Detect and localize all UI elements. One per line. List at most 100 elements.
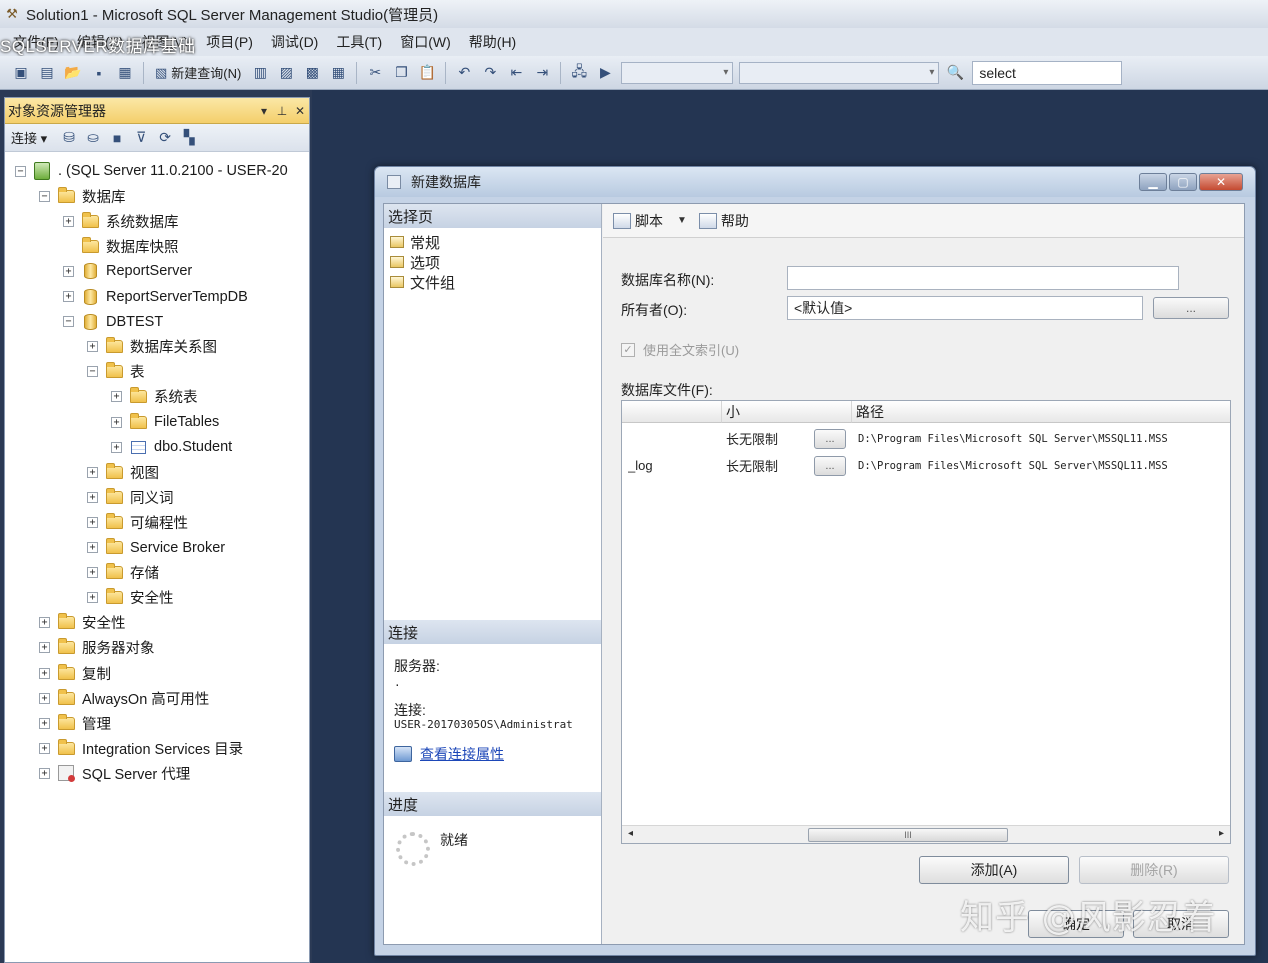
tree-node[interactable]: + ReportServerTempDB: [63, 286, 248, 308]
tree-node[interactable]: + dbo.Student: [111, 436, 232, 458]
save-icon[interactable]: ▪: [88, 62, 110, 84]
tree-node[interactable]: − 表: [87, 361, 145, 383]
registered-servers-icon[interactable]: 🖧: [568, 62, 590, 84]
navigate-forward-icon[interactable]: ⇥: [531, 62, 553, 84]
table-row[interactable]: _log 长无限制 ... D:\Program Files\Microsoft…: [622, 452, 1230, 479]
autogrowth-edit-button[interactable]: ...: [814, 425, 850, 452]
tree-node[interactable]: + Integration Services 目录: [39, 737, 243, 759]
tree-node[interactable]: + 可编程性: [87, 511, 188, 533]
redo-icon[interactable]: ↷: [479, 62, 501, 84]
new-query-button[interactable]: ▧ 新建查询(N): [149, 62, 247, 84]
expand-icon[interactable]: +: [111, 391, 122, 403]
expand-icon[interactable]: +: [87, 341, 98, 353]
tree-node[interactable]: + 系统数据库: [63, 210, 179, 232]
tree-node[interactable]: + 数据库关系图: [87, 336, 217, 358]
find-text-input[interactable]: select: [972, 60, 1123, 85]
autogrowth-dots[interactable]: ...: [814, 455, 846, 476]
db-engine-query-icon[interactable]: ▥: [249, 62, 271, 84]
fulltext-checkbox[interactable]: ✓: [621, 342, 635, 357]
tree-node[interactable]: + 存储: [87, 562, 159, 584]
expand-icon[interactable]: +: [87, 542, 98, 553]
script-button[interactable]: 脚本: [613, 211, 663, 231]
expand-icon[interactable]: +: [111, 441, 122, 453]
expand-icon[interactable]: +: [111, 416, 122, 428]
tree-node[interactable]: + 服务器对象: [39, 637, 155, 659]
copy-icon[interactable]: ❐: [390, 62, 412, 84]
cut-icon[interactable]: ✂: [364, 62, 386, 84]
tree-node[interactable]: + Service Broker: [87, 537, 225, 559]
navigate-back-icon[interactable]: ⇤: [505, 62, 527, 84]
expand-icon[interactable]: +: [63, 291, 74, 302]
tree-node[interactable]: + SQL Server 代理: [39, 762, 190, 784]
close-icon[interactable]: ✕: [291, 104, 309, 118]
start-debug-icon[interactable]: ▶: [594, 62, 616, 84]
horizontal-scrollbar[interactable]: ◂ III ▸: [622, 825, 1230, 843]
tree-node[interactable]: + FileTables: [111, 411, 219, 433]
activity-monitor-icon[interactable]: ▚: [179, 128, 199, 148]
tree-node[interactable]: + 同义词: [87, 486, 174, 508]
add-item-icon[interactable]: ▤: [36, 62, 58, 84]
file-logical-name[interactable]: [628, 425, 718, 452]
menu-tools[interactable]: 工具(T): [327, 32, 391, 52]
expand-icon[interactable]: +: [63, 265, 74, 277]
file-path[interactable]: D:\Program Files\Microsoft SQL Server\MS…: [858, 425, 1228, 452]
dropdown-icon[interactable]: ▾: [255, 104, 273, 118]
collapse-icon[interactable]: −: [87, 366, 98, 378]
table-row[interactable]: 长无限制 ... D:\Program Files\Microsoft SQL …: [622, 425, 1230, 452]
file-path[interactable]: D:\Program Files\Microsoft SQL Server\MS…: [858, 452, 1228, 479]
close-dialog-icon[interactable]: ✕: [1199, 173, 1243, 191]
expand-icon[interactable]: +: [39, 767, 50, 779]
expand-icon[interactable]: +: [87, 491, 98, 503]
save-all-icon[interactable]: ▦: [114, 62, 136, 84]
pin-icon[interactable]: ⊥: [273, 104, 291, 118]
filter-icon[interactable]: ⊽: [131, 128, 151, 148]
tree-node[interactable]: + 管理: [39, 712, 111, 734]
database-combo[interactable]: ▾: [739, 61, 940, 84]
connect-server-icon[interactable]: ⛁: [59, 128, 79, 148]
scroll-thumb[interactable]: III: [808, 828, 1008, 842]
autogrowth-dots[interactable]: ...: [814, 428, 846, 449]
mdx-query-icon[interactable]: ▩: [301, 62, 323, 84]
tree-node[interactable]: + 安全性: [87, 587, 174, 609]
open-file-icon[interactable]: 📂: [62, 62, 84, 84]
db-name-input[interactable]: [787, 266, 1179, 290]
add-file-button[interactable]: 添加(A): [919, 856, 1069, 884]
find-icon[interactable]: 🔍: [944, 62, 966, 84]
tree-node[interactable]: + 视图: [87, 461, 159, 483]
undo-icon[interactable]: ↶: [453, 62, 475, 84]
tree-node[interactable]: − . (SQL Server 11.0.2100 - USER-20: [15, 160, 288, 182]
grid-header-name[interactable]: [622, 401, 722, 423]
tree-node[interactable]: + ReportServer: [63, 260, 192, 282]
tree-node[interactable]: − 数据库: [39, 185, 126, 207]
collapse-icon[interactable]: −: [15, 165, 26, 177]
collapse-icon[interactable]: −: [63, 316, 74, 328]
xmla-query-icon[interactable]: ▦: [327, 62, 349, 84]
fulltext-checkbox-row[interactable]: ✓ 使用全文索引(U): [621, 340, 739, 359]
script-dropdown-icon[interactable]: ▼: [677, 215, 687, 226]
expand-icon[interactable]: +: [39, 742, 50, 754]
help-button[interactable]: 帮助: [698, 211, 749, 231]
tree-node[interactable]: 数据库快照: [63, 235, 179, 257]
expand-icon[interactable]: +: [63, 215, 74, 227]
view-connection-properties-link[interactable]: 查看连接属性: [394, 744, 504, 764]
grid-header-size[interactable]: 小: [722, 401, 852, 423]
tree-node[interactable]: + 系统表: [111, 386, 198, 408]
expand-icon[interactable]: +: [87, 516, 98, 528]
expand-icon[interactable]: +: [39, 667, 50, 679]
file-logical-name[interactable]: _log: [628, 452, 718, 479]
new-project-icon[interactable]: ▣: [10, 62, 32, 84]
scroll-left-icon[interactable]: ◂: [628, 828, 633, 839]
owner-browse-button[interactable]: ...: [1153, 297, 1229, 319]
menu-window[interactable]: 窗口(W): [391, 32, 460, 52]
expand-icon[interactable]: +: [87, 592, 98, 604]
remove-file-button[interactable]: 删除(R): [1079, 856, 1229, 884]
paste-icon[interactable]: 📋: [416, 62, 438, 84]
maximize-icon[interactable]: ▢: [1169, 173, 1197, 191]
disconnect-icon[interactable]: ⛀: [83, 128, 103, 148]
stop-icon[interactable]: ■: [107, 128, 127, 148]
expand-icon[interactable]: +: [39, 617, 50, 629]
expand-icon[interactable]: +: [39, 717, 50, 729]
analysis-query-icon[interactable]: ▨: [275, 62, 297, 84]
menu-help[interactable]: 帮助(H): [460, 32, 525, 52]
refresh-icon[interactable]: ⟳: [155, 128, 175, 148]
